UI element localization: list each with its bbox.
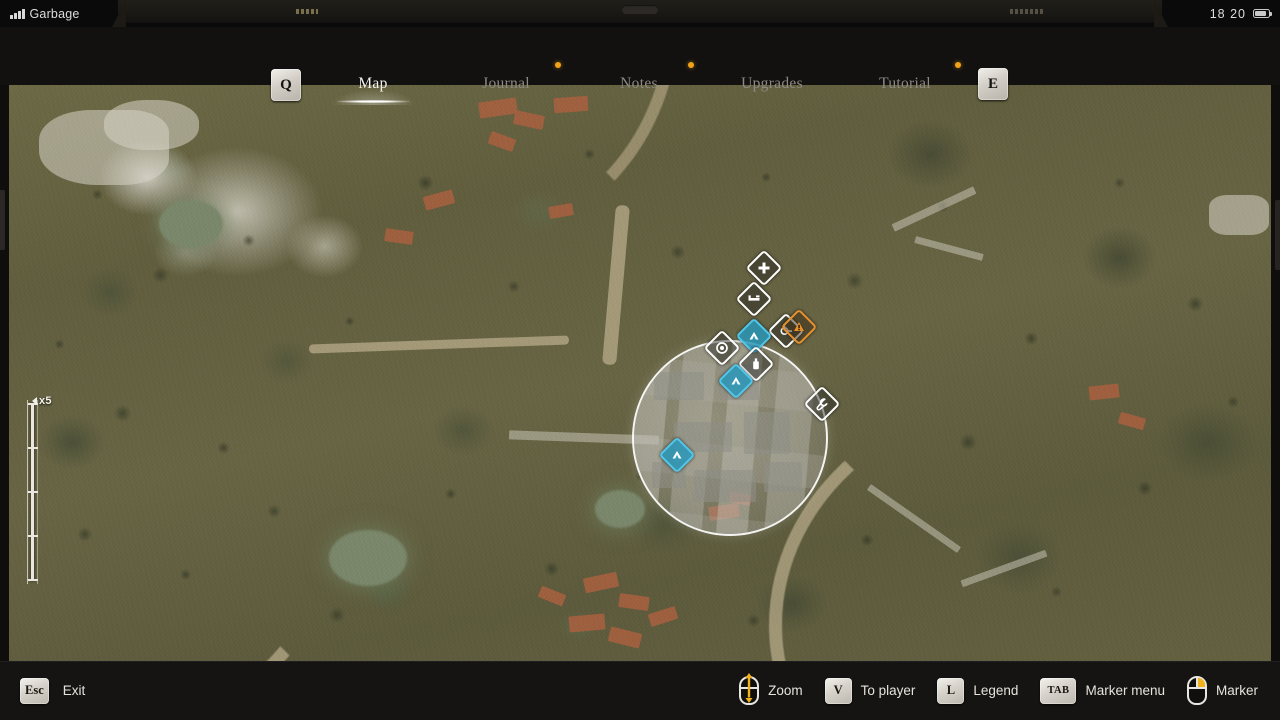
hint-label: To player <box>860 683 916 698</box>
key-tab[interactable]: TAB <box>1040 677 1077 704</box>
tab-label: Upgrades <box>741 75 803 92</box>
clock-label: 18 20 <box>1209 6 1246 21</box>
device-chrome <box>118 0 1162 23</box>
hint-label: Marker <box>1215 683 1258 698</box>
zoom-level-label: x5 <box>39 395 52 407</box>
device-vent-left <box>296 9 318 14</box>
hint-marker[interactable]: Marker <box>1186 676 1258 705</box>
tab-label: Tutorial <box>879 75 931 92</box>
objective-ring-icon <box>711 337 733 359</box>
map-screen: x5 Q E Map Journal Notes Upgrades Tutorial <box>0 0 1280 720</box>
map-frame-left <box>0 85 9 661</box>
medical-cross-icon <box>753 257 775 279</box>
map-frame-notch-left <box>0 190 5 250</box>
hint-list: Zoom V To player L Legend TAB Marker menu Marke… <box>739 673 1280 705</box>
top-navigation: Q E Map Journal Notes Upgrades Tutorial <box>0 27 1280 105</box>
map-canvas[interactable]: x5 <box>9 85 1271 661</box>
system-status-bar: Garbage 18 20 <box>0 0 1280 27</box>
shelter-icon <box>743 325 765 347</box>
map-viewport[interactable]: x5 <box>0 85 1280 661</box>
tab-journal[interactable]: Journal <box>482 75 530 93</box>
mouse-scroll-icon <box>739 673 760 705</box>
tab-map[interactable]: Map <box>330 75 416 105</box>
bed-icon <box>743 288 765 310</box>
shelter-icon <box>725 370 747 392</box>
tab-tutorial[interactable]: Tutorial <box>879 75 931 93</box>
bottom-hint-bar: Esc Exit Zoom V To player L Legend TAB Marker … <box>0 661 1280 720</box>
tab-label: Journal <box>482 75 530 92</box>
shelter-icon <box>666 444 688 466</box>
tab-label: Map <box>358 75 388 92</box>
zoom-tick <box>28 579 38 581</box>
next-tab-key[interactable]: E <box>978 68 1008 100</box>
map-zoom-slider[interactable]: x5 <box>27 395 52 585</box>
map-frame-right <box>1271 85 1280 661</box>
map-frame-notch-right <box>1275 200 1280 270</box>
quest-alert-icon <box>788 316 810 338</box>
zoom-tick <box>28 447 38 449</box>
key-l[interactable]: L <box>937 677 965 704</box>
tab-notification-dot <box>955 62 961 68</box>
zoom-tick <box>28 491 38 493</box>
signal-bars-icon <box>10 8 25 19</box>
active-tab-underline <box>337 100 409 103</box>
hint-marker-menu[interactable]: TAB Marker menu <box>1040 677 1165 704</box>
bottom-bar-divider <box>0 661 1280 662</box>
map-texture-overlay <box>9 85 1271 661</box>
prev-tab-key[interactable]: Q <box>271 69 301 101</box>
zoom-tick <box>28 535 38 537</box>
tab-notification-dot <box>555 62 561 68</box>
hint-legend[interactable]: L Legend <box>937 677 1019 704</box>
hint-to-player[interactable]: V To player <box>824 677 916 704</box>
exit-label: Exit <box>62 683 86 698</box>
hint-label: Legend <box>973 683 1019 698</box>
carrier-label: Garbage <box>29 6 80 21</box>
tab-label: Notes <box>620 75 658 92</box>
mouse-right-click-icon <box>1186 676 1207 705</box>
hint-zoom[interactable]: Zoom <box>739 673 803 705</box>
key-v[interactable]: V <box>824 677 852 704</box>
tab-upgrades[interactable]: Upgrades <box>741 75 803 93</box>
hint-label: Zoom <box>768 683 803 698</box>
device-vent-right <box>1010 9 1044 14</box>
zoom-level-caret <box>32 397 37 405</box>
tab-notes[interactable]: Notes <box>620 75 658 93</box>
wrench-icon <box>811 393 833 415</box>
hint-label: Marker menu <box>1085 683 1165 698</box>
tab-notification-dot <box>688 62 694 68</box>
bottle-icon <box>745 353 767 375</box>
battery-icon <box>1253 9 1273 18</box>
device-speaker <box>622 5 658 14</box>
exit-key[interactable]: Esc <box>20 677 49 704</box>
